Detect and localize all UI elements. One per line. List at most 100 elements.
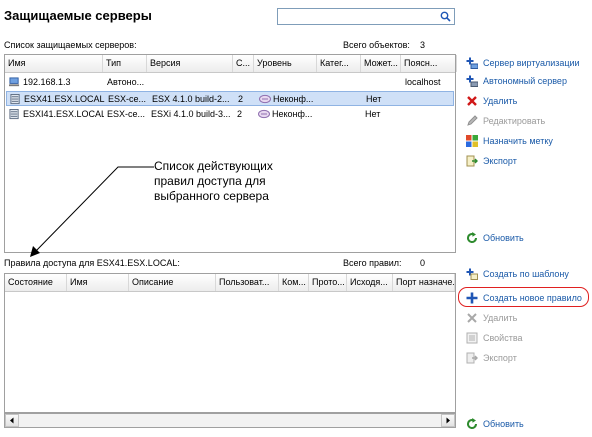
rules-column-header[interactable]: Ком... <box>279 274 309 291</box>
table-cell: Автоно... <box>104 75 148 90</box>
action-label: Редактировать <box>483 116 546 126</box>
annotation-line-3: выбранного сервера <box>154 189 269 203</box>
highlight-create-rule <box>458 287 589 307</box>
servers-column-header[interactable]: Может... <box>361 55 401 72</box>
rules-table[interactable]: Состояние Имя Описание Пользоват... Ком... Пр… <box>4 273 456 413</box>
servers-count-label: Всего объектов: <box>343 40 410 50</box>
action-label: Свойства <box>483 333 523 343</box>
servers-column-header[interactable]: Тип <box>103 55 147 72</box>
cell-text: ESXI41.ESX.LOCAL <box>23 109 104 119</box>
rules-column-header[interactable]: Состояние <box>5 274 67 291</box>
table-cell <box>318 75 362 90</box>
table-cell: ESX 4.1.0 build-2... <box>149 92 235 107</box>
search-icon[interactable] <box>440 11 451 22</box>
table-cell: Неконф... <box>255 107 318 122</box>
servers-column-header[interactable]: Поясн... <box>401 55 457 72</box>
table-row[interactable]: ESX41.ESX.LOCAL ESX-се... ESX 4.1.0 build-… <box>6 91 454 106</box>
table-cell <box>234 75 255 90</box>
server-icon <box>10 94 20 105</box>
status-icon <box>259 94 271 104</box>
rules-column-header[interactable]: Порт назначе... <box>393 274 455 291</box>
cell-text: Неконф... <box>273 94 314 104</box>
status-icon <box>258 109 270 119</box>
cell-text: localhost <box>405 77 441 87</box>
server-icon <box>9 109 19 120</box>
action-label: Назначить метку <box>483 136 553 146</box>
annotation-text: Список действующих правил доступа для вы… <box>154 159 314 204</box>
servers-caption: Список защищаемых серверов: <box>4 40 137 50</box>
table-cell: ESX-се... <box>105 92 149 107</box>
label-icon <box>466 135 478 147</box>
rules-count: 0 <box>420 258 426 268</box>
servers-table-header: Имя Тип Версия С... Уровень Катег... Может... П… <box>5 55 457 73</box>
horizontal-scrollbar[interactable] <box>4 413 456 428</box>
refresh-icon <box>467 418 477 429</box>
action-label: Удалить <box>483 96 518 106</box>
servers-column-header[interactable]: Уровень <box>254 55 317 72</box>
properties-icon <box>466 332 478 344</box>
servers-count: 3 <box>420 40 426 50</box>
table-cell: Нет <box>362 107 402 122</box>
cell-text: 2 <box>237 109 243 119</box>
scroll-left-button[interactable] <box>5 414 19 427</box>
action-label: Автономный сервер <box>483 76 567 86</box>
page-title: Защищаемые серверы <box>4 8 152 23</box>
servers-column-header[interactable]: Имя <box>5 55 103 72</box>
table-cell: ESX41.ESX.LOCAL <box>7 92 105 107</box>
rules-column-header[interactable]: Имя <box>67 274 129 291</box>
table-row[interactable]: 192.168.1.3 Автоно... localhost <box>6 75 454 90</box>
servers-column-header[interactable]: Версия <box>147 55 233 72</box>
add-virtualization-server-icon <box>466 57 478 69</box>
table-cell: 192.168.1.3 <box>6 75 104 90</box>
cell-text: ESXi 4.1.0 build-3... <box>151 109 231 119</box>
delete-icon <box>467 96 477 106</box>
table-cell: 2 <box>234 107 255 122</box>
annotation-arrow <box>30 166 154 257</box>
cell-text: ESX41.ESX.LOCAL <box>24 94 105 104</box>
cell-text: ESX-се... <box>108 94 147 104</box>
table-cell: ESXi 4.1.0 build-3... <box>148 107 234 122</box>
rules-column-header[interactable]: Описание <box>129 274 216 291</box>
table-cell: ESX-се... <box>104 107 148 122</box>
table-cell <box>403 92 459 107</box>
rules-caption: Правила доступа для ESX41.ESX.LOCAL: <box>4 258 180 268</box>
scroll-right-button[interactable] <box>441 414 455 427</box>
table-cell <box>362 75 402 90</box>
cell-text: Нет <box>365 109 381 119</box>
table-cell: localhost <box>402 75 458 90</box>
table-cell: Нет <box>363 92 403 107</box>
delete-icon <box>467 313 477 323</box>
table-cell <box>319 92 363 107</box>
add-standalone-server-icon <box>466 75 478 87</box>
table-cell: 2 <box>235 92 256 107</box>
cell-text: ESX-се... <box>107 109 146 119</box>
search-input[interactable] <box>277 8 455 25</box>
annotation-line-2: правил доступа для <box>154 174 266 188</box>
arrow-right-icon <box>446 417 450 424</box>
annotation-line-1: Список действующих <box>154 159 273 173</box>
refresh-label: Обновить <box>483 233 524 243</box>
rules-count-label: Всего правил: <box>343 258 402 268</box>
rules-column-header[interactable]: Прото... <box>309 274 347 291</box>
refresh-label: Обновить <box>483 419 524 429</box>
edit-icon <box>467 115 478 126</box>
action-label: Сервер виртуализации <box>483 58 580 68</box>
action-label: Удалить <box>483 313 518 323</box>
action-label: Экспорт <box>483 353 517 363</box>
rules-column-header[interactable]: Исходя... <box>347 274 393 291</box>
action-label: Экспорт <box>483 156 517 166</box>
computer-icon <box>9 77 20 87</box>
cell-text: Нет <box>366 94 382 104</box>
table-cell: ESXI41.ESX.LOCAL <box>6 107 104 122</box>
table-cell: Неконф... <box>256 92 319 107</box>
cell-text: ESX 4.1.0 build-2... <box>152 94 230 104</box>
servers-column-header[interactable]: С... <box>233 55 254 72</box>
rules-column-header[interactable]: Пользоват... <box>216 274 279 291</box>
export-icon <box>466 155 478 167</box>
table-row[interactable]: ESXI41.ESX.LOCAL ESX-се... ESXi 4.1.0 buil… <box>6 107 454 122</box>
cell-text: 192.168.1.3 <box>23 77 71 87</box>
servers-column-header[interactable]: Катег... <box>317 55 361 72</box>
create-from-template-icon <box>466 268 478 280</box>
rules-table-header: Состояние Имя Описание Пользоват... Ком... Пр… <box>5 274 455 292</box>
table-cell <box>318 107 362 122</box>
